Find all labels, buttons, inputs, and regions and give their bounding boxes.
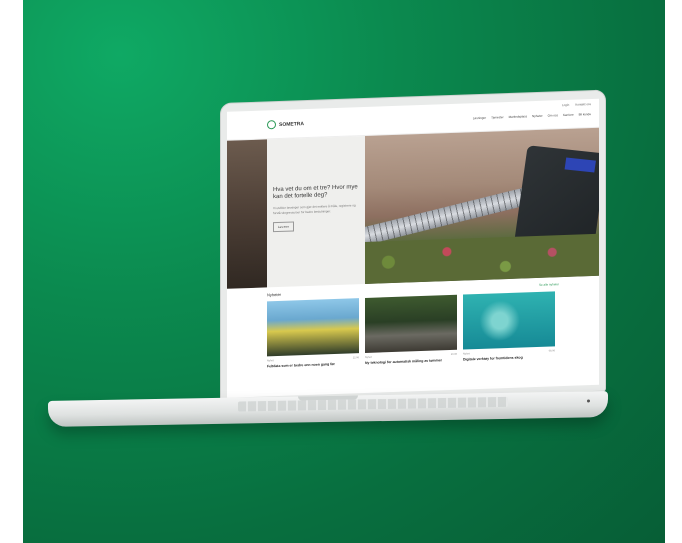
nav-item[interactable]: Markedsplass [509, 114, 528, 119]
news-card[interactable]: Nyhet 12.06 Feltdata som er bedre enn no… [267, 298, 359, 369]
logo-text: SOMETRA [279, 120, 304, 128]
all-news-link[interactable]: Se alle nyheter [539, 282, 559, 288]
hero-photo-measuring-tape [365, 127, 599, 284]
hero-title: Hva vet du om et tre? Hvor mye kan det f… [273, 184, 358, 201]
news-card-date: 10.06 [450, 352, 457, 356]
hero-section: Hva vet du om et tre? Hvor mye kan det f… [227, 127, 599, 289]
news-card-date: 08.06 [548, 349, 555, 353]
nav-item[interactable]: Om oss [548, 113, 558, 117]
utility-link-login[interactable]: Login [562, 103, 569, 107]
nav-item[interactable]: Karriere [563, 113, 574, 117]
nav-item[interactable]: Nyheter [532, 114, 543, 118]
utility-link-contact[interactable]: Kontakt oss [575, 102, 591, 107]
nav-item[interactable]: Tjenester [491, 115, 504, 119]
news-card-image [267, 298, 359, 357]
laptop-lid: SOMETRA Login Kontakt oss Løsninger Tjen… [221, 90, 605, 404]
hero-card: Hva vet du om et tre? Hvor mye kan det f… [267, 135, 365, 288]
news-card-image [463, 291, 555, 350]
nav-item[interactable]: Løsninger [473, 116, 486, 120]
laptop-screen: SOMETRA Login Kontakt oss Løsninger Tjen… [227, 98, 599, 398]
main-nav: Løsninger Tjenester Markedsplass Nyheter… [473, 112, 591, 120]
news-card-title: Ny teknologi for automatisk måling av tø… [365, 358, 443, 365]
news-card-date: 12.06 [352, 356, 359, 360]
news-card-image [365, 294, 457, 353]
utility-nav: Login Kontakt oss [562, 102, 591, 107]
hero-read-more-button[interactable]: Les mer [273, 221, 294, 232]
leaf-circle-icon [267, 120, 276, 130]
news-card-title: Digitale verktøy for fremtidens skog [463, 355, 523, 362]
news-card[interactable]: Nyhet 10.06 Ny teknologi for automatisk … [365, 294, 457, 366]
news-card-category: Nyhet [267, 359, 274, 363]
news-card-category: Nyhet [365, 355, 372, 359]
news-heading: Nyheter [267, 291, 282, 298]
laptop-keyboard-edge [238, 396, 508, 412]
site-logo[interactable]: SOMETRA [267, 119, 304, 130]
news-card[interactable]: Nyhet 08.06 Digitale verktøy for fremtid… [463, 291, 555, 362]
nav-item[interactable]: Bli kunde [579, 112, 591, 116]
news-section: Nyheter Se alle nyheter Nyhet 12.06 Felt… [227, 276, 599, 371]
hero-text: Vi utvikler løsninger som gjør det enkle… [273, 203, 356, 215]
news-card-title: Feltdata som er bedre enn noen gang før [267, 362, 335, 369]
news-card-category: Nyhet [463, 352, 470, 356]
hero-side-image [227, 139, 267, 289]
usb-port-icon [587, 399, 590, 403]
